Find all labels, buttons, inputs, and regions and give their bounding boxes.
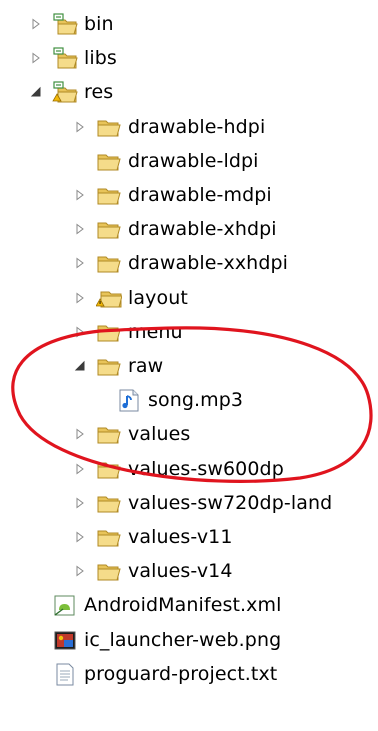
tree-item[interactable]: song.mp3 (0, 384, 378, 416)
expand-arrow-icon[interactable] (74, 565, 86, 577)
folder-package-icon (52, 12, 78, 36)
folder-icon (96, 559, 122, 583)
tree-item[interactable]: drawable-ldpi (0, 145, 378, 177)
folder-icon (96, 320, 122, 344)
tree-item[interactable]: drawable-xhdpi (0, 213, 378, 245)
folder-icon (96, 149, 122, 173)
tree-item[interactable]: AndroidManifest.xml (0, 589, 378, 621)
tree-item[interactable]: values-sw720dp-land (0, 487, 378, 519)
android-manifest-icon (52, 593, 78, 617)
tree-item[interactable]: ic_launcher-web.png (0, 624, 378, 656)
folder-icon (96, 217, 122, 241)
text-file-icon (52, 662, 78, 686)
expand-arrow-icon[interactable] (74, 326, 86, 338)
tree-item[interactable]: drawable-mdpi (0, 179, 378, 211)
folder-package-icon (52, 46, 78, 70)
tree-item-label: bin (84, 13, 114, 35)
tree-item[interactable]: values-sw600dp (0, 453, 378, 485)
tree-item-label: song.mp3 (148, 389, 244, 411)
expand-arrow-icon[interactable] (30, 52, 42, 64)
tree-item[interactable]: drawable-xxhdpi (0, 247, 378, 279)
folder-icon (96, 115, 122, 139)
tree-item-label: ic_launcher-web.png (84, 629, 282, 651)
expand-arrow-icon[interactable] (74, 463, 86, 475)
tree-item[interactable]: values-v11 (0, 521, 378, 553)
tree-item[interactable]: menu (0, 316, 378, 348)
tree-item[interactable]: proguard-project.txt (0, 658, 378, 690)
expand-arrow-icon[interactable] (74, 257, 86, 269)
tree-item-label: res (84, 81, 114, 103)
tree-item[interactable]: values-v14 (0, 555, 378, 587)
tree-item[interactable]: layout (0, 282, 378, 314)
tree-item-label: values-v14 (128, 560, 233, 582)
expand-arrow-icon[interactable] (74, 531, 86, 543)
folder-icon (96, 354, 122, 378)
folder-package-warning-icon (52, 80, 78, 104)
tree-item-label: menu (128, 321, 183, 343)
tree-item-label: raw (128, 355, 164, 377)
tree-item-label: drawable-xxhdpi (128, 252, 289, 274)
tree-item[interactable]: res (0, 76, 378, 108)
folder-icon (96, 251, 122, 275)
audio-file-icon (116, 388, 142, 412)
tree-item[interactable]: libs (0, 42, 378, 74)
folder-warning-icon (96, 286, 122, 310)
collapse-arrow-icon[interactable] (30, 86, 42, 98)
folder-icon (96, 422, 122, 446)
tree-item-label: drawable-mdpi (128, 184, 272, 206)
expand-arrow-icon[interactable] (74, 428, 86, 440)
tree-item-label: proguard-project.txt (84, 663, 278, 685)
tree-item-label: layout (128, 287, 188, 309)
tree-item-label: drawable-hdpi (128, 116, 266, 138)
tree-item-label: values (128, 423, 191, 445)
collapse-arrow-icon[interactable] (74, 360, 86, 372)
expand-arrow-icon[interactable] (74, 121, 86, 133)
folder-icon (96, 491, 122, 515)
tree-item-label: drawable-xhdpi (128, 218, 277, 240)
folder-icon (96, 457, 122, 481)
tree-item[interactable]: drawable-hdpi (0, 111, 378, 143)
expand-arrow-icon[interactable] (74, 497, 86, 509)
tree-item-label: libs (84, 47, 117, 69)
project-explorer-tree: bin libs res drawable-hdpi drawable-ldpi draw… (0, 0, 378, 731)
tree-item-label: values-sw720dp-land (128, 492, 333, 514)
expand-arrow-icon[interactable] (74, 189, 86, 201)
expand-arrow-icon[interactable] (74, 223, 86, 235)
tree-item-label: values-v11 (128, 526, 233, 548)
tree-item-label: AndroidManifest.xml (84, 594, 282, 616)
expand-arrow-icon[interactable] (74, 292, 86, 304)
tree-item[interactable]: bin (0, 8, 378, 40)
expand-arrow-icon[interactable] (30, 18, 42, 30)
image-file-icon (52, 628, 78, 652)
folder-icon (96, 183, 122, 207)
tree-item-label: values-sw600dp (128, 458, 284, 480)
tree-item[interactable]: values (0, 418, 378, 450)
tree-item[interactable]: raw (0, 350, 378, 382)
folder-icon (96, 525, 122, 549)
tree-item-label: drawable-ldpi (128, 150, 259, 172)
